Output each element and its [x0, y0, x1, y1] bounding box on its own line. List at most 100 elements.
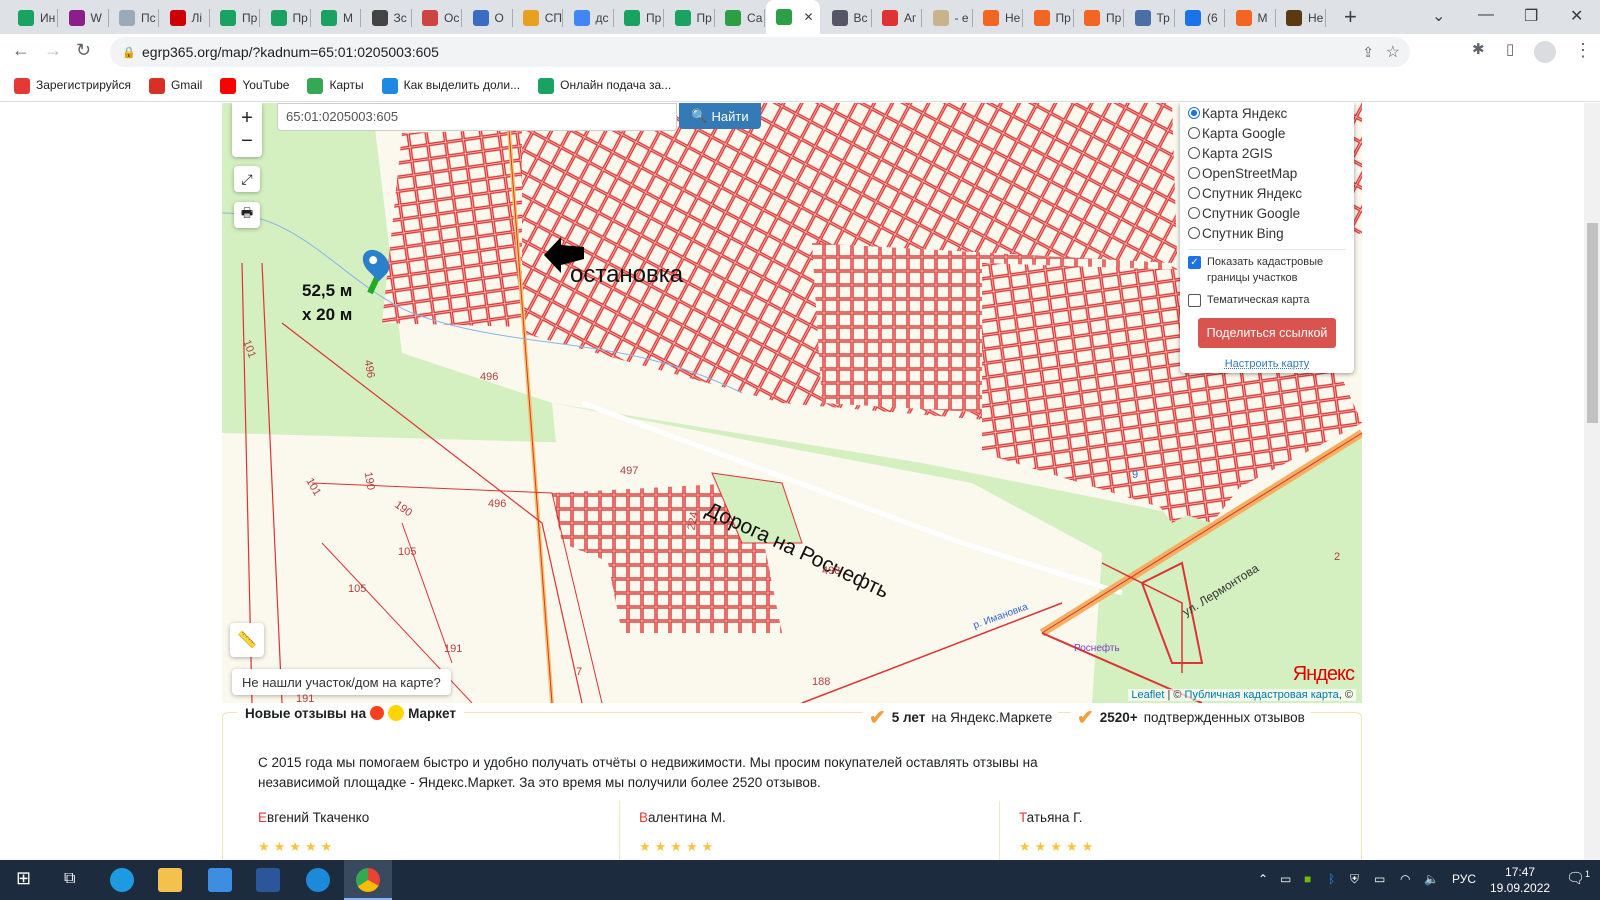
bookmark-item[interactable]: Зарегистрируйся	[14, 77, 131, 94]
maximize-button[interactable]: ❐	[1524, 6, 1538, 26]
share-link-button[interactable]: Поделиться ссылкой	[1198, 318, 1336, 348]
cadastral-boundaries-checkbox[interactable]: ✓ Показать кадастровые границы участков	[1188, 254, 1346, 286]
windows-taskbar: ⊞ ⧉ ⌃ ▭ ■ ᛒ ⛨ ▭ ◠ 🔈 РУС 17:47 19.09.2022 …	[0, 860, 1600, 900]
notifications-icon[interactable]: 🗨1	[1566, 869, 1590, 887]
check-icon: ✔	[1077, 707, 1094, 729]
bookmark-star-icon[interactable]: ☆	[1386, 42, 1400, 62]
browser-tab[interactable]: Ос	[412, 9, 462, 27]
browser-tab[interactable]: Зс	[362, 9, 412, 27]
page-scrollbar[interactable]	[1584, 103, 1600, 860]
layer-label: Карта Google	[1202, 125, 1286, 141]
scrollbar-thumb[interactable]	[1587, 223, 1598, 423]
language-indicator[interactable]: РУС	[1452, 872, 1476, 886]
browser-tab[interactable]: дс	[564, 9, 614, 27]
reload-icon[interactable]: ↻	[76, 40, 91, 61]
wifi-icon[interactable]: ◠	[1400, 872, 1410, 886]
cadastral-map[interactable]: + − ⤢ 🖶 📏 Не нашли участок/дом на карте?…	[222, 103, 1362, 703]
battery-icon[interactable]: ▭	[1374, 872, 1385, 886]
pkk-link[interactable]: Публичная кадастровая карта	[1185, 689, 1339, 701]
find-button[interactable]: 🔍 Найти	[679, 103, 761, 129]
leaflet-link[interactable]: Leaflet	[1131, 689, 1164, 701]
tab-favicon-icon	[1134, 10, 1151, 26]
windows-start-icon[interactable]: ⊞	[16, 868, 31, 889]
layer-option[interactable]: OpenStreetMap	[1188, 163, 1346, 183]
browser-tab[interactable]: Пр	[665, 9, 715, 27]
browser-tab[interactable]: - е	[923, 9, 973, 27]
cadastral-search-input[interactable]: 65:01:0205003:605	[277, 103, 677, 131]
not-found-button[interactable]: Не нашли участок/дом на карте?	[232, 669, 451, 695]
tab-close-icon[interactable]: ✕	[804, 10, 814, 24]
word-icon[interactable]	[256, 868, 280, 892]
layer-option[interactable]: Спутник Яндекс	[1188, 183, 1346, 203]
map-label: 9	[1132, 469, 1139, 481]
browser-tab[interactable]: (6	[1175, 9, 1225, 27]
bookmark-item[interactable]: YouTube	[220, 77, 289, 94]
address-bar[interactable]: 🔒 egrp365.org/map/?kadnum=65:01:0205003:…	[110, 37, 1410, 67]
share-icon[interactable]: ⇪	[1362, 44, 1374, 61]
fullscreen-icon[interactable]: ⤢	[234, 166, 260, 192]
bookmark-item[interactable]: Карты	[307, 77, 364, 94]
tab-title: Не	[1005, 11, 1021, 25]
task-view-icon[interactable]: ⧉	[64, 870, 75, 888]
new-tab-button[interactable]: +	[1344, 4, 1357, 30]
browser-tab[interactable]: Пр	[261, 9, 311, 27]
browser-tab[interactable]: Лі	[160, 9, 210, 27]
browser-tab[interactable]: Аг	[872, 9, 922, 27]
internet-explorer-icon[interactable]	[306, 868, 330, 892]
browser-tab[interactable]: Пр	[210, 9, 260, 27]
camera-icon[interactable]: ▭	[1280, 872, 1291, 886]
zoom-out-button[interactable]: −	[241, 130, 253, 153]
configure-map-link[interactable]: Настроить карту	[1188, 358, 1346, 370]
browser-tab[interactable]: СП	[513, 9, 563, 27]
print-icon[interactable]: 🖶	[234, 202, 260, 228]
tray-chevron-icon[interactable]: ⌃	[1258, 872, 1268, 886]
browser-tab[interactable]: Пс	[109, 9, 159, 27]
extensions-icon[interactable]: ✱	[1472, 40, 1485, 58]
volume-icon[interactable]: 🔈	[1424, 872, 1439, 886]
ruler-icon[interactable]: 📏	[230, 623, 264, 657]
profile-avatar[interactable]	[1534, 41, 1556, 63]
forward-icon[interactable]: →	[44, 40, 62, 61]
back-icon[interactable]: ←	[12, 40, 30, 61]
tab-search-icon[interactable]: ⌄	[1432, 6, 1445, 26]
close-window-button[interactable]: ✕	[1570, 6, 1583, 26]
minimize-button[interactable]: —	[1478, 6, 1494, 24]
browser-tab[interactable]: Не	[973, 9, 1023, 27]
browser-tab[interactable]: Ин	[8, 9, 58, 27]
browser-tab[interactable]: М	[1226, 9, 1276, 27]
bookmark-item[interactable]: Онлайн подача за...	[538, 77, 671, 94]
browser-tab[interactable]: Пр	[1074, 9, 1124, 27]
bookmark-item[interactable]: Gmail	[148, 77, 202, 94]
tab-favicon-icon	[573, 10, 590, 26]
file-explorer-icon[interactable]	[158, 868, 182, 892]
layer-option[interactable]: Карта Яндекс	[1188, 103, 1346, 123]
layer-option[interactable]: Карта Google	[1188, 123, 1346, 143]
thematic-map-checkbox[interactable]: Тематическая карта	[1188, 292, 1346, 308]
browser-tab[interactable]: W	[59, 9, 109, 27]
side-panel-icon[interactable]: ▯	[1506, 40, 1514, 58]
browser-tab[interactable]: М	[311, 9, 361, 27]
browser-tab[interactable]: Не	[1276, 9, 1326, 27]
menu-icon[interactable]: ⋮	[1574, 40, 1592, 61]
bluetooth-icon[interactable]: ᛒ	[1328, 872, 1335, 886]
reviews-intro: С 2015 года мы помогаем быстро и удобно …	[258, 755, 1038, 790]
chrome-taskbar-button[interactable]	[344, 860, 392, 900]
security-icon[interactable]: ⛨	[1350, 872, 1359, 887]
layer-option[interactable]: Спутник Google	[1188, 203, 1346, 223]
layer-option[interactable]: Спутник Bing	[1188, 223, 1346, 243]
nvidia-icon[interactable]: ■	[1304, 872, 1311, 886]
layer-option[interactable]: Карта 2GIS	[1188, 143, 1346, 163]
zoom-in-button[interactable]: +	[241, 107, 253, 130]
browser-tab[interactable]: Тр	[1125, 9, 1175, 27]
browser-tab[interactable]: Са	[715, 9, 765, 27]
tab-active[interactable]: ✕	[765, 0, 820, 34]
reviewer-rest: вгений Ткаченко	[267, 810, 370, 825]
browser-tab[interactable]: Вс	[822, 9, 872, 27]
mail-icon[interactable]	[208, 868, 232, 892]
browser-tab[interactable]: О	[463, 9, 513, 27]
bookmark-item[interactable]: Как выделить доли...	[381, 77, 520, 94]
edge-icon[interactable]	[110, 868, 134, 892]
browser-tab[interactable]: Пр	[614, 9, 664, 27]
browser-tab[interactable]: Пр	[1024, 9, 1074, 27]
clock[interactable]: 17:47 19.09.2022	[1490, 864, 1550, 896]
